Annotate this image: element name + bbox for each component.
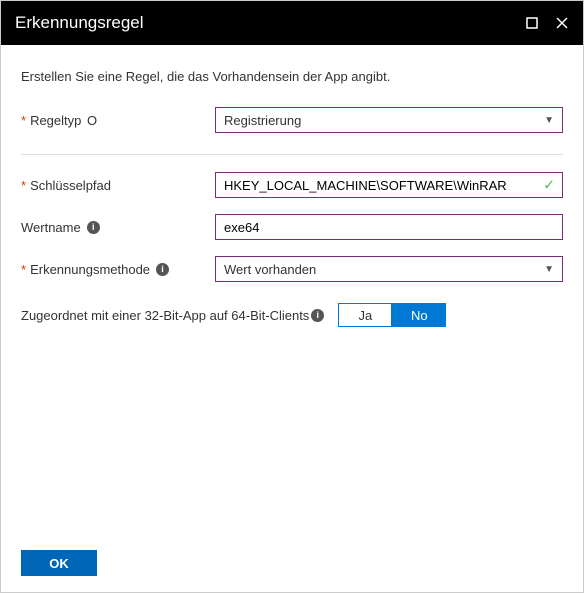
label-key-path: * Schlüsselpfad [21, 178, 215, 193]
close-icon[interactable] [555, 16, 569, 30]
ok-button[interactable]: OK [21, 550, 97, 576]
label-text-detection-method: Erkennungsmethode [30, 262, 150, 277]
row-value-name: Wertname i [21, 213, 563, 241]
dialog-header: Erkennungsregel [1, 1, 583, 45]
field-detection-method: Wert vorhanden ▼ [215, 256, 563, 282]
check-icon: ✓ [543, 177, 555, 194]
maximize-icon[interactable] [525, 16, 539, 30]
label-value-name: Wertname i [21, 220, 215, 235]
dialog-description: Erstellen Sie eine Regel, die das Vorhan… [21, 69, 563, 84]
info-icon[interactable]: i [311, 309, 324, 322]
required-star-icon: * [21, 178, 26, 193]
label-associate-32bit: Zugeordnet mit einer 32-Bit-App auf 64-B… [21, 308, 309, 323]
label-text-value-name: Wertname [21, 220, 81, 235]
select-detection-method-value: Wert vorhanden [224, 262, 544, 277]
label-text-key-path: Schlüsselpfad [30, 178, 111, 193]
input-value-name[interactable] [215, 214, 563, 240]
chevron-down-icon: ▼ [544, 264, 554, 275]
row-detection-method: * Erkennungsmethode i Wert vorhanden ▼ [21, 255, 563, 283]
info-icon[interactable]: i [156, 263, 169, 276]
header-window-controls [525, 16, 569, 30]
select-rule-type[interactable]: Registrierung ▼ [215, 107, 563, 133]
label-detection-method: * Erkennungsmethode i [21, 262, 215, 277]
section-divider [21, 154, 563, 155]
required-star-icon: * [21, 262, 26, 277]
dialog-content: Erstellen Sie eine Regel, die das Vorhan… [1, 45, 583, 538]
select-detection-method[interactable]: Wert vorhanden ▼ [215, 256, 563, 282]
toggle-associate-32bit: Ja No [338, 303, 446, 327]
row-key-path: * Schlüsselpfad ✓ [21, 171, 563, 199]
select-rule-type-value: Registrierung [224, 113, 544, 128]
field-rule-type: Registrierung ▼ [215, 107, 563, 133]
info-icon[interactable]: i [87, 221, 100, 234]
label-text-rule-type: Regeltyp [30, 113, 81, 128]
required-star-icon: * [21, 113, 26, 128]
toggle-option-yes[interactable]: Ja [338, 303, 392, 327]
row-associate-32bit: Zugeordnet mit einer 32-Bit-App auf 64-B… [21, 303, 563, 327]
input-key-path[interactable] [215, 172, 563, 198]
dialog-footer: OK [1, 538, 583, 592]
row-rule-type: * Regeltyp O Registrierung ▼ [21, 106, 563, 134]
field-key-path: ✓ [215, 172, 563, 198]
chevron-down-icon: ▼ [544, 115, 554, 126]
dialog-title: Erkennungsregel [15, 13, 525, 33]
label-rule-type: * Regeltyp O [21, 113, 215, 128]
field-value-name [215, 214, 563, 240]
toggle-option-no[interactable]: No [392, 303, 446, 327]
circle-icon: O [83, 113, 97, 128]
